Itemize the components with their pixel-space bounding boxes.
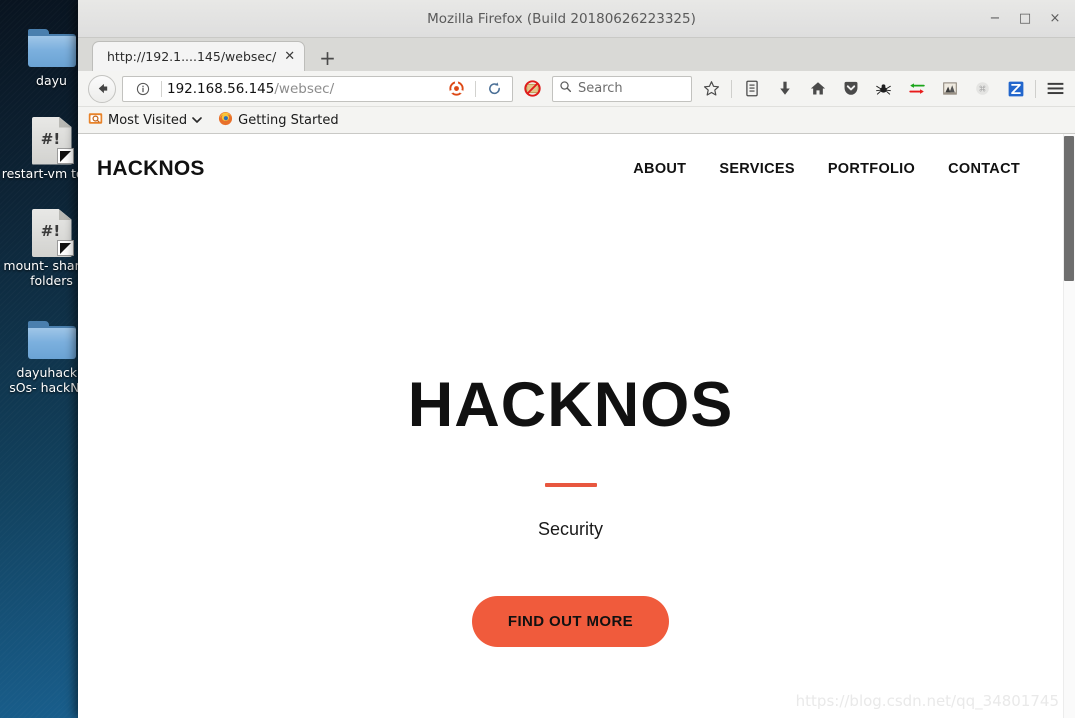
back-arrow-icon[interactable] bbox=[88, 74, 116, 103]
bookmark-most-visited[interactable]: Most Visited bbox=[88, 111, 202, 129]
tab-strip: http://192.1....145/websec/ ✕ + bbox=[78, 38, 1075, 71]
navigation-toolbar: 192.168.56.145/websec/ Search ⌘ bbox=[78, 71, 1075, 107]
watermark-text: https://blog.csdn.net/qq_34801745 bbox=[795, 692, 1059, 710]
search-icon bbox=[559, 80, 572, 98]
zotero-icon[interactable] bbox=[1002, 76, 1029, 102]
close-button[interactable]: × bbox=[1045, 9, 1065, 29]
hero-title: HACKNOS bbox=[407, 370, 734, 440]
maximize-button[interactable]: □ bbox=[1015, 9, 1035, 29]
proxy-switch-icon[interactable] bbox=[903, 76, 930, 102]
menu-hamburger-icon[interactable] bbox=[1042, 76, 1069, 102]
home-icon[interactable] bbox=[804, 76, 831, 102]
bookmark-label: Most Visited bbox=[108, 112, 188, 128]
site-logo[interactable]: HACKNOS bbox=[97, 157, 205, 181]
reload-icon[interactable] bbox=[481, 76, 508, 102]
url-bar[interactable]: 192.168.56.145/websec/ bbox=[122, 75, 513, 102]
find-out-more-button[interactable]: FIND OUT MORE bbox=[471, 596, 670, 647]
bookmark-getting-started[interactable]: Getting Started bbox=[218, 111, 339, 130]
most-visited-folder-icon bbox=[88, 111, 103, 129]
page-info-icon[interactable] bbox=[129, 76, 156, 102]
noscript-icon[interactable] bbox=[519, 76, 546, 102]
url-separator bbox=[161, 80, 162, 97]
svg-text:⌘: ⌘ bbox=[979, 85, 987, 94]
nav-link-portfolio[interactable]: PORTFOLIO bbox=[828, 161, 915, 177]
nav-link-about[interactable]: ABOUT bbox=[633, 161, 686, 177]
url-text: 192.168.56.145/websec/ bbox=[167, 81, 438, 97]
nav-link-services[interactable]: SERVICES bbox=[719, 161, 794, 177]
web-page-content: HACKNOS ABOUT SERVICES PORTFOLIO CONTACT… bbox=[78, 134, 1075, 718]
tab-title: http://192.1....145/websec/ bbox=[107, 49, 277, 64]
nav-link-contact[interactable]: CONTACT bbox=[948, 161, 1020, 177]
search-bar[interactable]: Search bbox=[552, 75, 692, 102]
chevron-down-icon bbox=[192, 113, 202, 128]
site-header: HACKNOS ABOUT SERVICES PORTFOLIO CONTACT bbox=[78, 134, 1075, 204]
window-title: Mozilla Firefox (Build 20180626223325) bbox=[427, 10, 696, 27]
url-path: /websec/ bbox=[274, 80, 335, 97]
firefox-icon bbox=[218, 111, 233, 130]
toolbar-divider-2 bbox=[1035, 79, 1036, 98]
extension-icon[interactable] bbox=[936, 76, 963, 102]
disabled-addon-icon[interactable]: ⌘ bbox=[969, 76, 996, 102]
bookmarks-toolbar: Most Visited Getting Started bbox=[78, 107, 1075, 134]
library-icon[interactable] bbox=[738, 76, 765, 102]
downloads-icon[interactable] bbox=[771, 76, 798, 102]
content-scrollbar[interactable] bbox=[1063, 134, 1075, 718]
window-controls: − □ × bbox=[985, 9, 1075, 29]
search-input[interactable]: Search bbox=[578, 81, 623, 96]
url-separator-2 bbox=[475, 80, 476, 97]
toolbar-divider bbox=[731, 79, 732, 98]
browser-tab[interactable]: http://192.1....145/websec/ ✕ bbox=[92, 41, 306, 71]
bookmark-star-icon[interactable] bbox=[698, 76, 725, 102]
hackbar-spider-icon[interactable] bbox=[870, 76, 897, 102]
tab-close-icon[interactable]: ✕ bbox=[284, 50, 295, 63]
hero-subtitle: Security bbox=[537, 519, 604, 539]
site-navigation: ABOUT SERVICES PORTFOLIO CONTACT bbox=[633, 161, 1056, 177]
url-host: 192.168.56.145 bbox=[167, 80, 275, 97]
firefox-window: Mozilla Firefox (Build 20180626223325) −… bbox=[78, 0, 1075, 718]
hero-divider bbox=[544, 483, 597, 487]
scrollbar-thumb[interactable] bbox=[1064, 136, 1074, 281]
pocket-icon[interactable] bbox=[837, 76, 864, 102]
bookmark-label: Getting Started bbox=[238, 112, 339, 128]
minimize-button[interactable]: − bbox=[985, 9, 1005, 29]
new-tab-button[interactable]: + bbox=[319, 48, 336, 68]
ubuntu-identity-icon[interactable] bbox=[443, 76, 470, 102]
window-titlebar: Mozilla Firefox (Build 20180626223325) −… bbox=[78, 0, 1075, 38]
hero-section: HACKNOS Security FIND OUT MORE bbox=[78, 374, 1063, 647]
